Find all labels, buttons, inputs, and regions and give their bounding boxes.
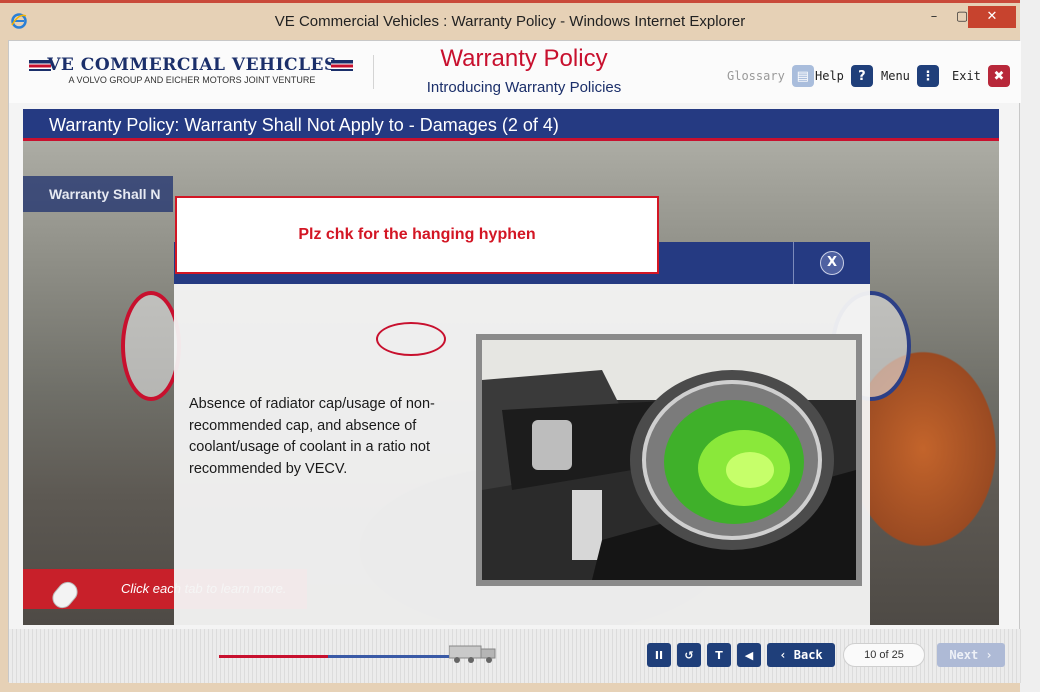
pause-button[interactable]: II: [647, 643, 671, 667]
radiator-coolant-photo: [476, 334, 862, 586]
page-counter: 10 of 25: [843, 643, 925, 667]
popup-header-divider: [793, 242, 794, 284]
tab-label: Warranty Shall N: [49, 186, 161, 202]
mouse-icon: [48, 577, 82, 613]
header-divider: [373, 55, 374, 89]
audio-button[interactable]: ◀: [737, 643, 761, 667]
help-button[interactable]: Help ?: [815, 65, 873, 87]
popup-body-text: Absence of radiator cap/usage of non-rec…: [189, 396, 435, 477]
logo-title: VE COMMERCIAL VEHICLES: [47, 55, 337, 75]
slide-title-bar: Warranty Policy: Warranty Shall Not Appl…: [23, 109, 999, 141]
next-button[interactable]: Next ›: [937, 643, 1005, 667]
window-frame-bottom: [0, 682, 1020, 692]
review-note-text: Plz chk for the hanging hyphen: [298, 226, 536, 243]
menu-label: Menu: [881, 69, 910, 83]
exit-label: Exit: [952, 69, 981, 83]
damages-popup: Damages caused due to: X Absence of radi…: [174, 242, 870, 625]
truck-progress-icon[interactable]: [449, 643, 499, 663]
review-note-box: Plz chk for the hanging hyphen: [175, 196, 659, 274]
minimize-button[interactable]: –: [922, 6, 946, 28]
window-frame-right: [1020, 0, 1040, 692]
glossary-icon: ▤: [791, 65, 814, 87]
course-header: VE COMMERCIAL VEHICLES A VOLVO GROUP AND…: [9, 41, 1021, 103]
close-window-button[interactable]: ✕: [968, 6, 1016, 28]
logo-stripe-right: [331, 60, 353, 71]
glossary-button[interactable]: Glossary ▤: [727, 65, 814, 87]
exit-icon: ✖: [987, 65, 1010, 87]
tab-circle-left[interactable]: [121, 291, 181, 401]
popup-close-button[interactable]: X: [820, 251, 844, 275]
radiator-image: [482, 340, 856, 580]
tab-warranty-shall-not[interactable]: Warranty Shall N: [23, 176, 173, 212]
menu-button[interactable]: Menu ⋮: [881, 65, 939, 87]
window-title: VE Commercial Vehicles : Warranty Policy…: [274, 13, 746, 30]
help-icon: ?: [850, 65, 873, 87]
slide-stage: Warranty Policy: Warranty Shall Not Appl…: [23, 109, 999, 625]
course-subtitle: Introducing Warranty Policies: [426, 79, 622, 96]
back-button[interactable]: ‹ Back: [767, 643, 835, 667]
progress-fill: [219, 655, 328, 658]
slide-title: Warranty Policy: Warranty Shall Not Appl…: [49, 115, 559, 135]
review-highlight-ellipse: [376, 322, 446, 356]
help-label: Help: [815, 69, 844, 83]
exit-button[interactable]: Exit ✖: [952, 65, 1010, 87]
menu-icon: ⋮: [916, 65, 939, 87]
course-title: Warranty Policy: [440, 45, 608, 72]
logo-subtitle: A VOLVO GROUP AND EICHER MOTORS JOINT VE…: [68, 75, 316, 85]
window-titlebar: VE Commercial Vehicles : Warranty Policy…: [0, 0, 1020, 40]
course-player: VE COMMERCIAL VEHICLES A VOLVO GROUP AND…: [8, 40, 1021, 683]
transcript-button[interactable]: T: [707, 643, 731, 667]
player-footer: II ↺ T ◀ ‹ Back 10 of 25 Next ›: [9, 629, 1021, 683]
glossary-label: Glossary: [727, 69, 785, 83]
replay-button[interactable]: ↺: [677, 643, 701, 667]
window-frame-left: [0, 40, 8, 692]
